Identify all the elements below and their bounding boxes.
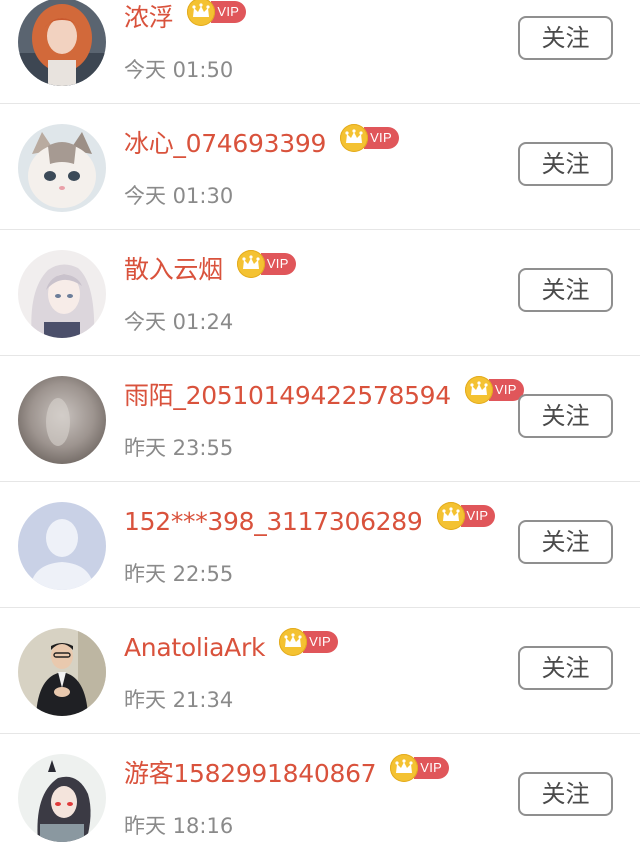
avatar[interactable] bbox=[18, 250, 106, 338]
name-line: AnatoliaArk VIP bbox=[124, 628, 338, 668]
avatar[interactable] bbox=[18, 0, 106, 86]
user-name[interactable]: AnatoliaArk bbox=[124, 628, 265, 668]
avatar[interactable] bbox=[18, 376, 106, 464]
follower-row[interactable]: 散入云烟 VIP 今天 01:24 关注 bbox=[0, 230, 640, 356]
vip-badge: VIP bbox=[340, 124, 399, 152]
follow-time: 今天 01:30 bbox=[124, 184, 234, 208]
follow-button[interactable]: 关注 bbox=[518, 520, 613, 564]
follow-button[interactable]: 关注 bbox=[518, 646, 613, 690]
follower-row[interactable]: AnatoliaArk VIP 昨天 21:34 关注 bbox=[0, 608, 640, 734]
crown-icon bbox=[436, 502, 465, 530]
user-name[interactable]: 雨陌_20510149422578594 bbox=[124, 376, 451, 416]
vip-badge: VIP bbox=[464, 376, 524, 404]
name-line: 152***398_3117306289 VIP bbox=[124, 502, 496, 542]
name-line: 浓浮 VIP bbox=[124, 0, 247, 38]
user-name[interactable]: 冰心_074693399 bbox=[124, 124, 326, 164]
avatar[interactable] bbox=[18, 628, 106, 716]
follower-list: 浓浮 VIP 今天 01:50 关注 冰心_074693399 VIP 今天 0… bbox=[0, 0, 640, 852]
avatar[interactable] bbox=[18, 502, 106, 590]
follow-time: 昨天 21:34 bbox=[124, 688, 234, 712]
follower-row[interactable]: 冰心_074693399 VIP 今天 01:30 关注 bbox=[0, 104, 640, 230]
follow-time: 昨天 22:55 bbox=[124, 562, 234, 586]
follow-time: 昨天 18:16 bbox=[124, 814, 234, 838]
name-line: 雨陌_20510149422578594 VIP bbox=[124, 376, 524, 416]
vip-label: VIP bbox=[364, 127, 399, 149]
vip-badge: VIP bbox=[236, 250, 296, 278]
follower-row[interactable]: 游客1582991840867 VIP 昨天 18:16 关注 bbox=[0, 734, 640, 852]
follow-time: 昨天 23:55 bbox=[124, 436, 234, 460]
follow-button[interactable]: 关注 bbox=[518, 394, 613, 438]
follow-button[interactable]: 关注 bbox=[518, 772, 613, 816]
follow-time: 今天 01:24 bbox=[124, 310, 234, 334]
name-line: 散入云烟 VIP bbox=[124, 250, 296, 290]
crown-icon bbox=[464, 376, 493, 404]
vip-badge: VIP bbox=[279, 628, 338, 656]
user-name[interactable]: 152***398_3117306289 bbox=[124, 502, 423, 542]
vip-badge: VIP bbox=[390, 754, 450, 782]
avatar[interactable] bbox=[18, 124, 106, 212]
follow-button[interactable]: 关注 bbox=[518, 268, 613, 312]
name-line: 游客1582991840867 VIP bbox=[124, 754, 450, 794]
vip-label: VIP bbox=[414, 757, 450, 779]
follow-button[interactable]: 关注 bbox=[518, 142, 613, 186]
vip-badge: VIP bbox=[436, 502, 496, 530]
follow-button[interactable]: 关注 bbox=[518, 16, 613, 60]
crown-icon bbox=[236, 250, 265, 278]
vip-badge: VIP bbox=[187, 0, 247, 26]
vip-label: VIP bbox=[260, 253, 296, 275]
follower-row[interactable]: 152***398_3117306289 VIP 昨天 22:55 关注 bbox=[0, 482, 640, 608]
name-line: 冰心_074693399 VIP bbox=[124, 124, 399, 164]
vip-label: VIP bbox=[303, 631, 338, 653]
user-name[interactable]: 散入云烟 bbox=[124, 250, 223, 290]
crown-icon bbox=[340, 124, 369, 152]
follower-row[interactable]: 浓浮 VIP 今天 01:50 关注 bbox=[0, 0, 640, 104]
vip-label: VIP bbox=[211, 1, 247, 23]
avatar[interactable] bbox=[18, 754, 106, 842]
crown-icon bbox=[279, 628, 308, 656]
user-name[interactable]: 浓浮 bbox=[124, 0, 174, 38]
user-name[interactable]: 游客1582991840867 bbox=[124, 754, 377, 794]
vip-label: VIP bbox=[460, 505, 496, 527]
follow-time: 今天 01:50 bbox=[124, 58, 234, 82]
follower-row[interactable]: 雨陌_20510149422578594 VIP 昨天 23:55 关注 bbox=[0, 356, 640, 482]
